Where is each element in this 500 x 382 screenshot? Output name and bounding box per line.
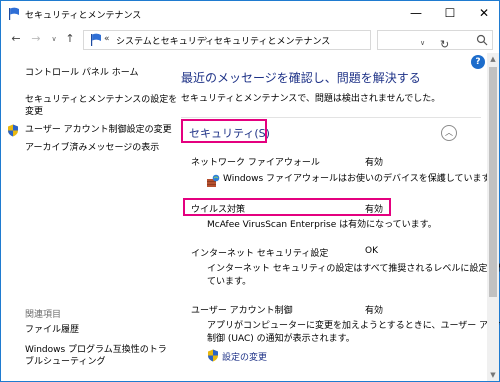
uac-settings-link[interactable]: ユーザー アカウント制御設定の変更 — [25, 124, 172, 136]
breadcrumb-system-security[interactable]: システムとセキュリティ — [116, 34, 214, 47]
page-heading: 最近のメッセージを確認し、問題を解決する — [181, 71, 421, 85]
internet-security-description: インターネット セキュリティの設定はすべて推奨されるレベルに設定され — [207, 264, 500, 274]
vertical-scrollbar[interactable]: ▲ ▼ — [487, 53, 499, 381]
breadcrumb-overflow[interactable]: « — [104, 34, 110, 44]
navigation-bar: ← → ∨ ↑ « システムとセキュリティ › セキュリティとメンテナンス ∨ … — [1, 27, 499, 53]
firewall-status: 有効 — [365, 158, 384, 168]
uac-description-line2: 制御 (UAC) の通知が表示されます。 — [207, 334, 355, 344]
archived-messages-link[interactable]: アーカイブ済みメッセージの表示 — [25, 142, 159, 154]
search-input[interactable] — [377, 30, 493, 50]
scroll-up-button[interactable]: ▲ — [487, 53, 499, 65]
uac-status: 有効 — [365, 306, 384, 316]
forward-button[interactable]: → — [28, 31, 44, 47]
see-also-heading: 関連項目 — [25, 310, 62, 320]
flag-icon — [91, 33, 101, 46]
antivirus-description: McAfee VirusScan Enterprise は有効になっています。 — [207, 220, 437, 230]
maximize-button[interactable]: ☐ — [433, 1, 467, 25]
breadcrumb-separator[interactable]: › — [204, 34, 208, 44]
internet-security-status: OK — [365, 246, 378, 256]
firewall-description: Windows ファイアウォールはお使いのデバイスを保護しています。 — [223, 174, 499, 184]
status-text: セキュリティとメンテナンスで、問題は検出されませんでした。 — [181, 94, 441, 104]
internet-security-description-line2: ています。 — [207, 277, 252, 287]
close-button[interactable]: ✕ — [467, 1, 500, 25]
file-history-link[interactable]: ファイル履歴 — [25, 324, 79, 336]
firewall-icon — [207, 174, 220, 187]
section-divider — [181, 117, 481, 118]
compat-troubleshooter-link[interactable]: Windows プログラム互換性のトラ — [25, 344, 167, 356]
address-bar[interactable]: « システムとセキュリティ › セキュリティとメンテナンス ∨ ↻ — [83, 30, 449, 51]
title-bar: セキュリティとメンテナンス — ☐ ✕ — [1, 1, 499, 27]
scroll-down-button[interactable]: ▼ — [487, 369, 499, 381]
breadcrumb-security-maintenance[interactable]: セキュリティとメンテナンス — [214, 34, 330, 47]
uac-description: アプリがコンピューターに変更を加えようとするときに、ユーザー アカウント — [207, 321, 500, 331]
window-title: セキュリティとメンテナンス — [25, 11, 142, 21]
firewall-label: ネットワーク ファイアウォール — [191, 158, 320, 168]
window: セキュリティとメンテナンス — ☐ ✕ ← → ∨ ↑ « システムとセキュリテ… — [0, 0, 500, 382]
control-panel-home-link[interactable]: コントロール パネル ホーム — [25, 67, 138, 79]
shield-icon — [208, 349, 218, 362]
flag-icon — [9, 7, 19, 20]
minimize-button[interactable]: — — [399, 1, 433, 25]
back-button[interactable]: ← — [8, 31, 24, 47]
security-highlight-box — [181, 119, 267, 143]
up-button[interactable]: ↑ — [62, 31, 78, 47]
change-settings-link[interactable]: セキュリティとメンテナンスの設定を — [25, 94, 177, 106]
help-icon[interactable]: ? — [471, 55, 485, 69]
compat-troubleshooter-link-line2[interactable]: ブルシューティング — [25, 356, 105, 368]
recent-locations-dropdown[interactable]: ∨ — [46, 31, 62, 47]
internet-security-label: インターネット セキュリティ設定 — [191, 249, 329, 259]
sidebar: コントロール パネル ホーム セキュリティとメンテナンスの設定を 変更 ユーザー… — [1, 53, 177, 381]
uac-change-settings-link[interactable]: 設定の変更 — [222, 350, 267, 363]
main-content: 最近のメッセージを確認し、問題を解決する セキュリティとメンテナンスで、問題は検… — [171, 53, 500, 381]
collapse-chevron-icon[interactable]: ︿ — [441, 125, 457, 141]
search-icon — [476, 34, 488, 46]
scroll-thumb[interactable] — [489, 67, 497, 297]
antivirus-label: ウイルス対策 — [191, 205, 246, 215]
shield-icon — [8, 124, 18, 137]
uac-label: ユーザー アカウント制御 — [191, 306, 293, 316]
change-settings-link-line2[interactable]: 変更 — [25, 106, 43, 118]
antivirus-status: 有効 — [365, 205, 384, 215]
